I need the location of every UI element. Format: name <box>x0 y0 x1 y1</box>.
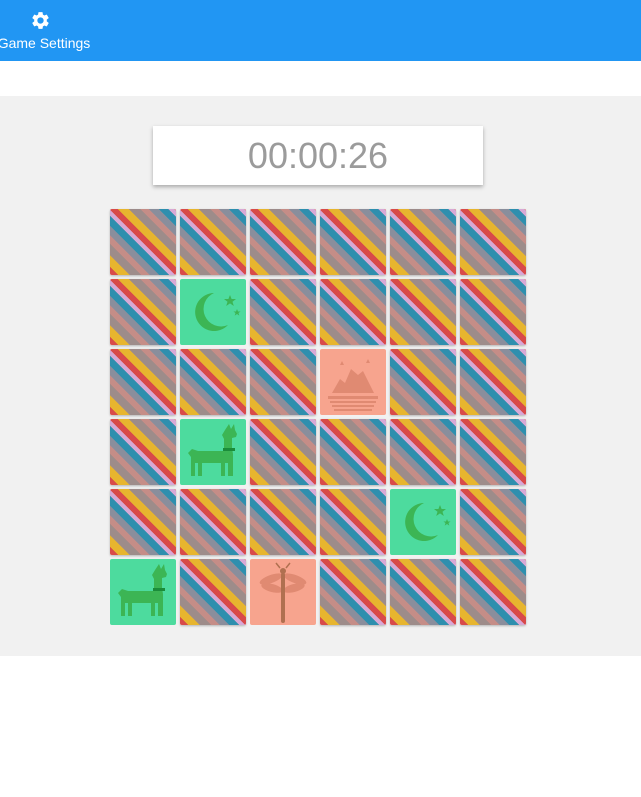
gear-icon <box>32 12 49 29</box>
card-face-down[interactable] <box>320 209 386 275</box>
card-face-down[interactable] <box>320 489 386 555</box>
card-face-down[interactable] <box>180 559 246 625</box>
card-face-down[interactable] <box>320 419 386 485</box>
card-face-down[interactable] <box>250 419 316 485</box>
card-face-down[interactable] <box>460 419 526 485</box>
card-face-down[interactable] <box>460 209 526 275</box>
card-face-down[interactable] <box>110 419 176 485</box>
game-settings-label: Game Settings <box>0 35 91 51</box>
card-face-down[interactable] <box>320 279 386 345</box>
card-face-down[interactable] <box>390 209 456 275</box>
card-face-down[interactable] <box>390 559 456 625</box>
card-face-down[interactable] <box>390 419 456 485</box>
card-revealed <box>320 349 386 415</box>
card-face-down[interactable] <box>460 489 526 555</box>
card-face-down[interactable] <box>250 489 316 555</box>
card-face-down[interactable] <box>250 349 316 415</box>
card-face-down[interactable] <box>250 209 316 275</box>
card-face-down[interactable] <box>390 349 456 415</box>
card-face-down[interactable] <box>180 489 246 555</box>
card-face-down[interactable] <box>460 349 526 415</box>
card-face-down[interactable] <box>250 279 316 345</box>
card-face-down[interactable] <box>110 209 176 275</box>
card-face-down[interactable] <box>390 279 456 345</box>
game-settings-button[interactable]: Game Settings <box>0 8 92 54</box>
card-face-down[interactable] <box>110 279 176 345</box>
card-revealed <box>110 559 176 625</box>
card-face-down[interactable] <box>320 559 386 625</box>
card-face-down[interactable] <box>460 559 526 625</box>
card-face-down[interactable] <box>110 349 176 415</box>
card-face-down[interactable] <box>180 209 246 275</box>
top-bar: Game Settings <box>0 0 641 61</box>
card-face-down[interactable] <box>180 349 246 415</box>
card-grid <box>108 207 528 627</box>
card-revealed <box>180 279 246 345</box>
game-area: 00:00:26 <box>0 96 641 656</box>
card-face-down[interactable] <box>460 279 526 345</box>
card-face-down[interactable] <box>110 489 176 555</box>
card-revealed <box>180 419 246 485</box>
card-revealed <box>390 489 456 555</box>
card-revealed <box>250 559 316 625</box>
timer-display: 00:00:26 <box>153 126 483 185</box>
